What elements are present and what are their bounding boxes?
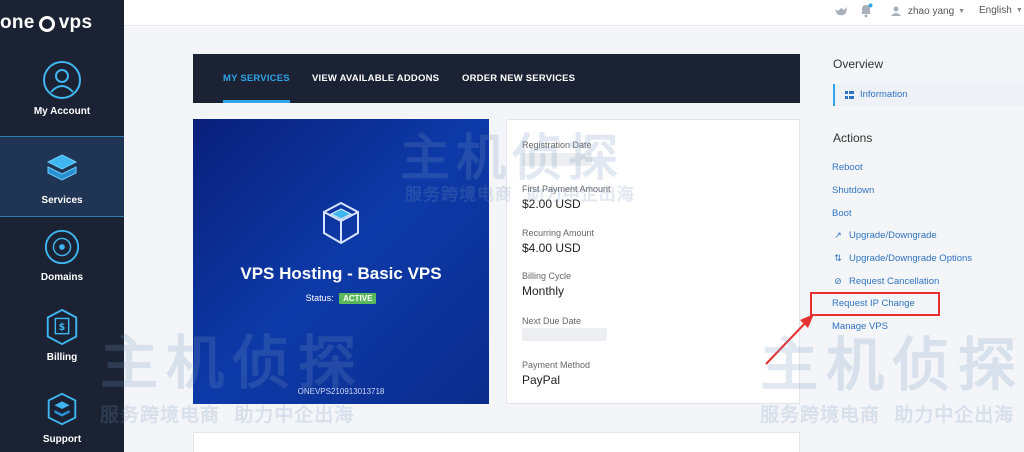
sidebar-item-my-account[interactable]: My Account [0,60,124,135]
billing-cycle-value: Monthly [522,284,565,298]
billing-cycle-label: Billing Cycle [522,271,572,281]
next-due-date-label: Next Due Date [522,316,582,326]
logo-ring-icon [38,16,55,32]
user-menu[interactable]: zhao yang ▼ [890,5,965,17]
bird-icon[interactable] [834,4,848,18]
recurring-amount-value: $4.00 USD [522,241,581,255]
chevron-down-icon: ▼ [958,7,966,15]
first-payment-amount-label: First Payment Amount [522,184,611,194]
action-label: Upgrade/Downgrade Options [849,253,973,264]
recurring-amount-label: Recurring Amount [522,228,595,238]
secondary-card [193,432,800,452]
logo-text-right: vps [58,12,93,33]
action-label: Boot [832,208,852,219]
action-request-cancellation[interactable]: ⊘ Request Cancellation [832,276,939,287]
sidebar-item-domains[interactable]: Domains [0,228,124,290]
ban-icon: ⊘ [834,276,842,286]
tab-order-new-services[interactable]: ORDER NEW SERVICES [462,54,575,103]
status-badge: ACTIVE [339,293,377,304]
next-due-date-value-redacted [522,328,607,341]
support-stack-icon [47,392,77,426]
action-manage-vps[interactable]: Manage VPS [832,321,888,332]
action-label: Reboot [832,162,863,173]
top-bar: zhao yang ▼ English ▼ [124,0,1024,26]
sidebar-item-label: Services [41,195,83,206]
sidebar-item-label: Support [42,434,82,445]
tab-view-available-addons[interactable]: VIEW AVAILABLE ADDONS [312,54,439,103]
brand-logo[interactable]: one vps [0,10,124,36]
service-details-panel: Registration Date First Payment Amount $… [506,119,800,404]
info-list-icon [845,91,854,99]
user-name: zhao yang [908,5,955,17]
action-upgrade-downgrade[interactable]: ↗ Upgrade/Downgrade [832,230,937,241]
user-circle-icon [43,61,81,99]
overview-heading: Overview [833,57,884,71]
service-title: VPS Hosting - Basic VPS [240,264,442,283]
cube-icon [323,201,359,245]
action-boot[interactable]: Boot [832,208,852,219]
action-label: Request Cancellation [849,276,940,287]
bell-icon[interactable] [859,3,873,18]
chevron-down-icon: ▼ [1015,7,1023,14]
first-payment-amount-value: $2.00 USD [522,197,581,211]
registration-date-value-redacted [522,153,592,166]
payment-method-label: Payment Method [522,360,591,370]
action-upgrade-downgrade-options[interactable]: ⇅ Upgrade/Downgrade Options [832,253,972,264]
actions-heading: Actions [833,131,873,145]
service-id: ONEVPS210913013718 [297,387,385,396]
logo-text-left: one [0,12,35,33]
globe-icon [44,229,80,265]
language-label: English [979,5,1012,16]
tab-my-services[interactable]: MY SERVICES [223,54,290,103]
service-card: VPS Hosting - Basic VPS Status: ACTIVE O… [193,119,489,404]
svg-text:$: $ [59,322,66,333]
sidebar-item-label: My Account [33,106,91,117]
payment-method-value: PayPal [522,373,561,387]
language-selector[interactable]: English ▼ [979,5,1023,16]
sidebar-item-support[interactable]: Support [0,390,124,452]
overview-information-label: Information [860,89,908,100]
external-link-icon: ↗ [834,230,842,240]
annotation-arrow-icon [765,314,814,365]
swap-arrows-icon: ⇅ [834,253,842,263]
sidebar-item-billing[interactable]: $ Billing [0,308,124,370]
action-label: Shutdown [832,185,875,196]
notification-dot [868,3,873,8]
sidebar: one vps My Account Services Domains $ Bi… [0,0,124,452]
action-label: Manage VPS [832,321,888,332]
sidebar-item-label: Billing [46,352,78,363]
highlight-box [810,292,940,316]
sidebar-item-label: Domains [40,272,84,283]
overview-information-item[interactable]: Information [833,84,1024,106]
sidebar-item-services[interactable]: Services [0,136,124,217]
invoice-icon: $ [46,308,78,346]
service-tab-bar: MY SERVICES VIEW AVAILABLE ADDONS ORDER … [193,54,800,103]
registration-date-label: Registration Date [522,140,592,150]
box-stack-icon [46,154,78,181]
service-status: Status: ACTIVE [193,293,489,304]
action-shutdown[interactable]: Shutdown [832,185,874,196]
status-label: Status: [305,293,334,303]
action-label: Upgrade/Downgrade [849,230,937,241]
user-icon [891,6,901,16]
action-reboot[interactable]: Reboot [832,162,863,173]
